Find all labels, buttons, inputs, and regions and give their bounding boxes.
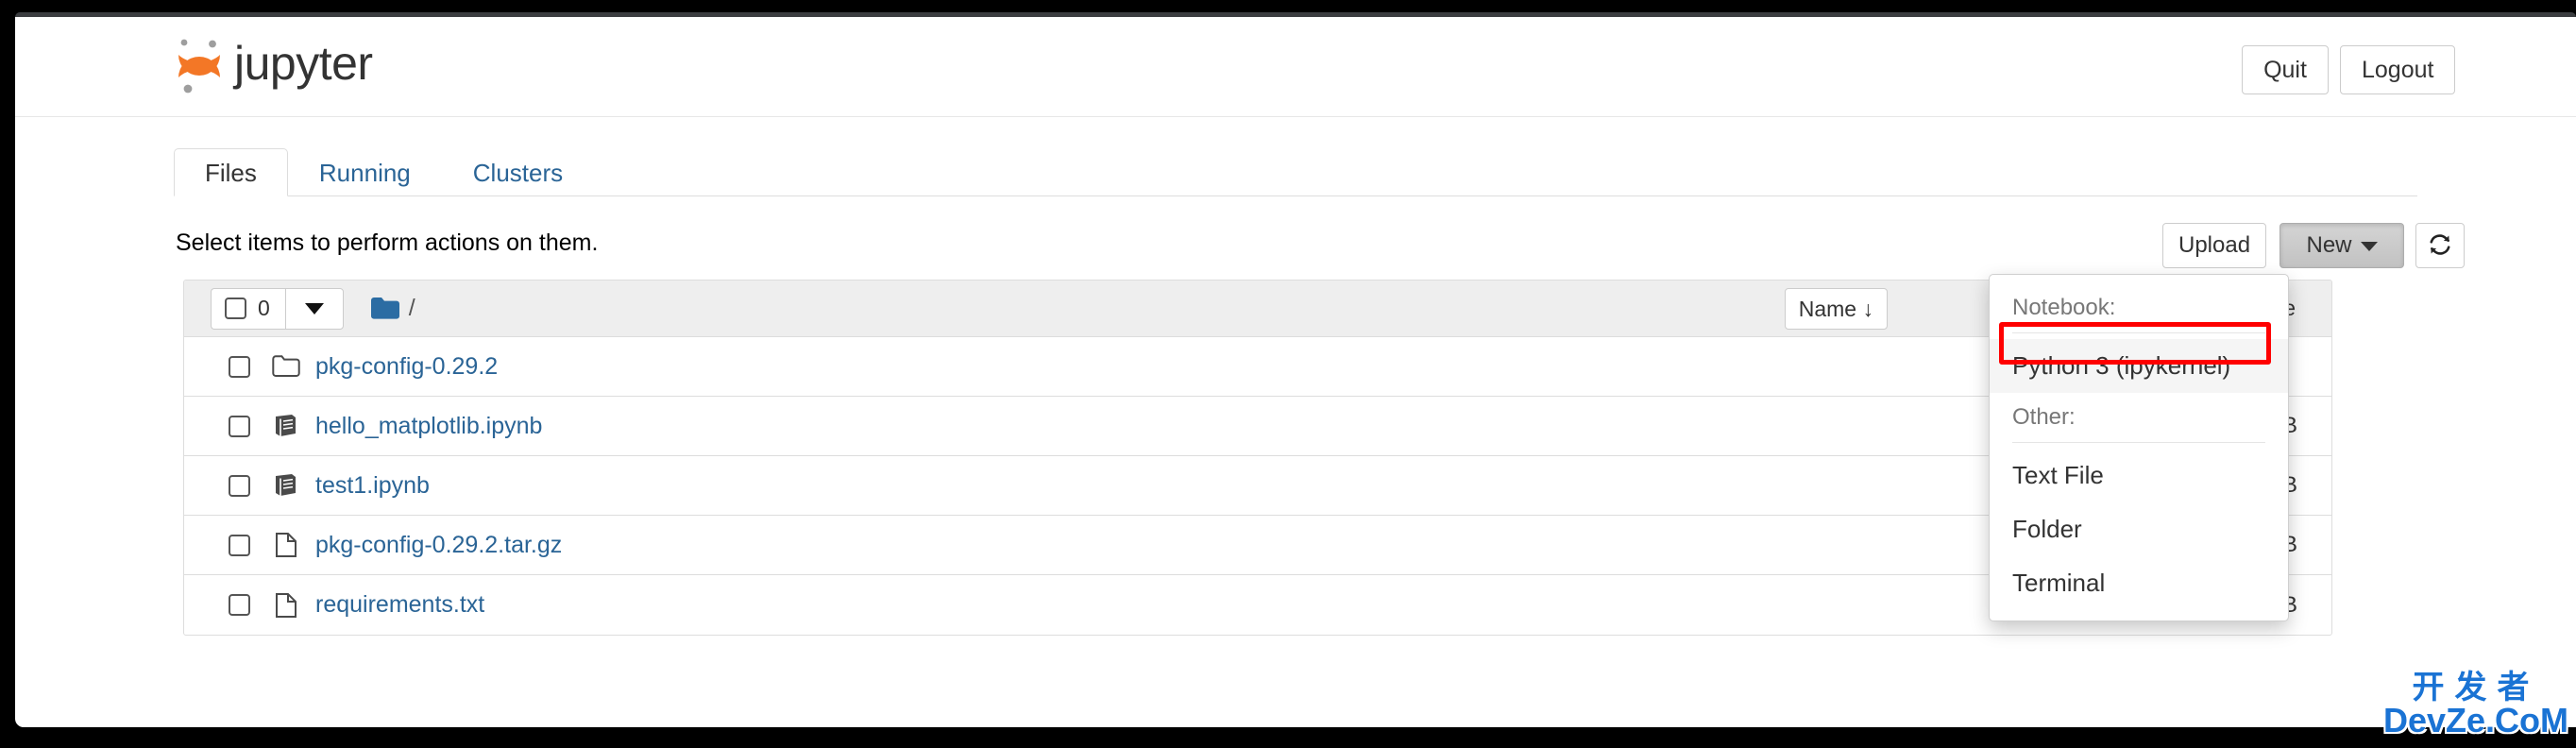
tab-running[interactable]: Running [288,148,442,196]
caret-down-icon [304,302,324,314]
quit-button[interactable]: Quit [2242,45,2329,94]
file-name-link[interactable]: pkg-config-0.29.2 [315,353,498,381]
refresh-button[interactable] [2415,223,2465,268]
upload-button[interactable]: Upload [2162,223,2266,268]
tab-files[interactable]: Files [174,148,288,196]
nav-tabs: Files Running Clusters [174,147,2417,196]
notebook-icon [272,471,300,500]
dropdown-item-folder[interactable]: Folder [1990,502,2288,556]
row-checkbox[interactable] [229,355,250,378]
refresh-icon [2430,233,2450,255]
select-options-dropdown-button[interactable] [284,287,344,330]
select-all-group: 0 [211,287,344,330]
dropdown-section-other-header: Other: [2012,404,2076,430]
selected-count: 0 [258,296,270,320]
file-name-link[interactable]: pkg-config-0.29.2.tar.gz [315,532,562,559]
breadcrumb: / [370,295,415,322]
jupyter-logo-icon [178,39,220,94]
row-checkbox[interactable] [229,415,250,437]
row-checkbox[interactable] [229,594,250,616]
window-top-black-bar [0,0,2576,12]
file-name-link[interactable]: requirements.txt [315,591,484,619]
selection-hint-text: Select items to perform actions on them. [176,230,599,256]
brand-title: jupyter [234,37,373,90]
file-name-link[interactable]: test1.ipynb [315,472,430,500]
watermark: 开发者 DevZe.CoM [2382,669,2568,740]
row-checkbox[interactable] [229,474,250,497]
new-dropdown-menu: Notebook: Python 3 (ipykernel) Other: Te… [1989,274,2289,621]
new-dropdown-button[interactable]: New [2279,223,2404,268]
folder-icon [370,297,399,319]
caret-down-icon [2360,241,2378,251]
dropdown-item-terminal[interactable]: Terminal [1990,556,2288,610]
dropdown-divider [2012,332,2265,333]
breadcrumb-path[interactable]: / [409,295,415,322]
browser-content: jupyter Quit Logout Files Running Cluste… [15,17,2576,727]
jupyter-brand[interactable]: jupyter [174,36,373,94]
screen: jupyter Quit Logout Files Running Cluste… [0,0,2576,748]
file-icon [272,591,300,620]
row-checkbox[interactable] [229,534,250,556]
dropdown-item-text-file[interactable]: Text File [1990,449,2288,502]
new-button-label: New [2306,232,2352,258]
notebook-icon [272,412,300,440]
select-all-checkbox[interactable]: 0 [211,287,285,330]
dropdown-item-python3[interactable]: Python 3 (ipykernel) [1990,339,2288,393]
tab-clusters[interactable]: Clusters [442,148,594,196]
watermark-cn-text: 开发者 [2412,669,2540,706]
page-header: jupyter Quit Logout [15,17,2576,117]
dropdown-divider [2012,442,2265,443]
folder-outline-icon [272,352,300,381]
sort-by-name-button[interactable]: Name ↓ [1784,288,1888,330]
file-name-link[interactable]: hello_matplotlib.ipynb [315,413,542,440]
logout-button[interactable]: Logout [2340,45,2455,94]
watermark-en-text: DevZe.CoM [2382,701,2568,740]
dropdown-section-notebook-header: Notebook: [2012,295,2116,320]
file-icon [272,531,300,559]
checkbox-icon [225,298,246,319]
